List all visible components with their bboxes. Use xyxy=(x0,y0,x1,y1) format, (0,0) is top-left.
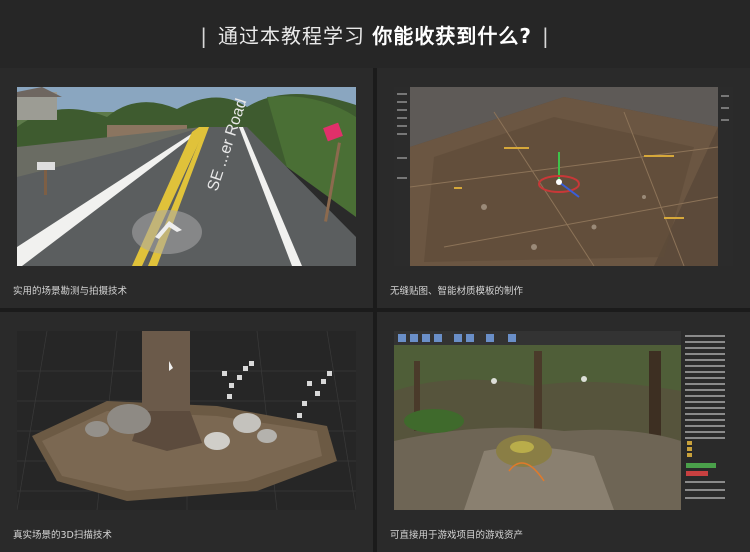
caption: 无缝贴图、智能材质模板的制作 xyxy=(390,286,524,297)
title-normal: 通过本教程学习 xyxy=(218,23,366,48)
title-bar-left: | xyxy=(200,23,209,48)
caption: 真实场景的3D扫描技术 xyxy=(13,530,112,541)
street-view-image: SE ...er Road xyxy=(17,87,356,266)
card-seamless-textures: 无缝贴图、智能材质模板的制作 xyxy=(377,68,750,308)
page-title: | 通过本教程学习 你能收获到什么? | xyxy=(190,20,559,49)
card-3d-scan: 真实场景的3D扫描技术 xyxy=(0,312,373,552)
card-game-assets: 可直接用于游戏项目的游戏资产 xyxy=(377,312,750,552)
3d-scan-image xyxy=(17,331,356,510)
card-survey-photography: SE ...er Road 实用的场景勘测与拍摄技术 xyxy=(0,68,373,308)
caption: 实用的场景勘测与拍摄技术 xyxy=(13,286,128,297)
caption: 可直接用于游戏项目的游戏资产 xyxy=(390,530,524,541)
game-engine-image xyxy=(394,331,733,510)
title-bold: 你能收获到什么? xyxy=(372,23,532,48)
title-bar-right: | xyxy=(541,23,550,48)
gizmo-pivot[interactable] xyxy=(556,179,562,185)
header: | 通过本教程学习 你能收获到什么? | xyxy=(0,0,750,68)
texture-editor-image xyxy=(394,87,733,266)
